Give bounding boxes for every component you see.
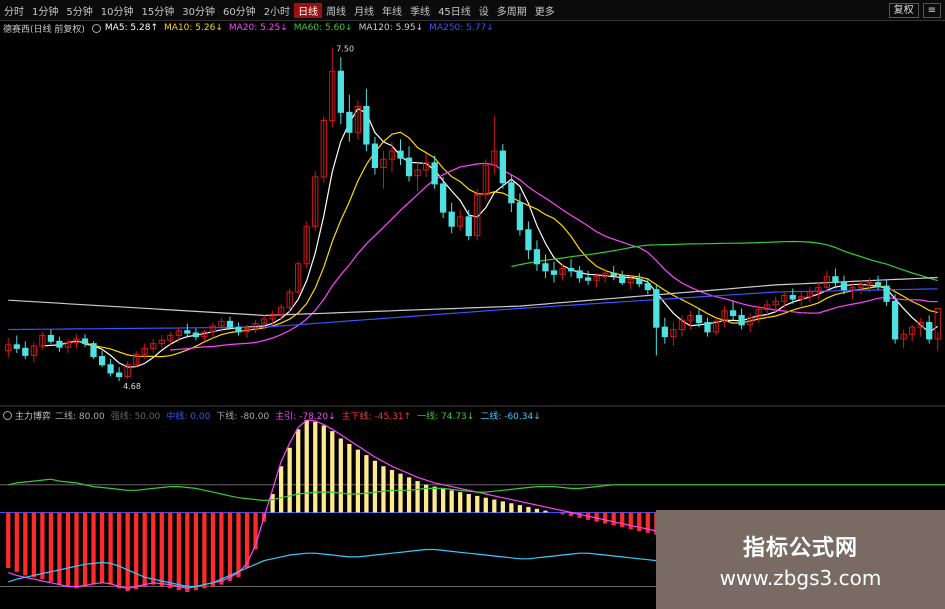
candle-body — [695, 314, 703, 324]
candle-body — [619, 275, 626, 284]
candle-body — [337, 70, 344, 113]
candle-body — [107, 364, 114, 374]
candle-body — [192, 332, 200, 338]
indicator-legend-0: 二线: 80.00 — [55, 411, 105, 422]
candle-body — [525, 229, 532, 251]
low-price-annotation: 4.68 — [123, 382, 141, 391]
candle-body — [90, 343, 97, 358]
candle-body — [81, 338, 89, 345]
indicator-legend-5: 主下线: -45.31↑ — [341, 411, 412, 422]
candle-body — [883, 285, 890, 302]
watermark-url: www.zbgs3.com — [719, 565, 882, 590]
candle-body — [644, 283, 651, 291]
candle-body — [704, 322, 711, 333]
candle-body — [789, 294, 796, 300]
indicator-dot-icon[interactable] — [3, 410, 12, 420]
candle-body — [584, 277, 592, 281]
candle-body — [371, 143, 379, 169]
candle-body — [926, 322, 933, 340]
candle-body — [516, 202, 524, 231]
candle-body — [397, 150, 404, 159]
sub-legend-title: 主力博弈 — [15, 411, 52, 422]
indicator-legend-1: 强线: 50.00 — [110, 411, 161, 422]
candle-body — [610, 272, 617, 277]
ma-line-ma60 — [511, 240, 938, 282]
candle-body — [346, 111, 353, 133]
candle-body — [448, 211, 455, 227]
candle-body — [226, 320, 234, 328]
candle-body — [533, 249, 541, 265]
candle-body — [47, 334, 55, 342]
candle-body — [98, 356, 106, 366]
candle-body — [874, 282, 882, 287]
candle-body — [542, 263, 549, 272]
ma-line-ma250 — [8, 288, 938, 331]
candle-body — [499, 150, 506, 184]
candle-body — [891, 300, 899, 340]
candle-body — [235, 326, 242, 333]
sub-legend: 主力博弈 二线: 80.00 强线: 50.00 中线: 0.00 下线: -80.0… — [0, 408, 547, 422]
indicator-legend-6: 一线: 74.73↓ — [417, 411, 475, 422]
indicator-legend-7: 二线: -60.34↓ — [480, 411, 541, 422]
candle-body — [405, 157, 413, 177]
indicator-legend-3: 下线: -80.00 — [216, 411, 270, 422]
candle-body — [832, 276, 839, 284]
candle-body — [465, 216, 472, 237]
candle-body — [508, 182, 515, 204]
watermark: 指标公式网 www.zbgs3.com — [656, 510, 945, 609]
watermark-title: 指标公式网 — [742, 535, 858, 561]
candle-body — [729, 310, 737, 316]
high-price-annotation: 7.50 — [336, 45, 354, 54]
candle-body — [661, 326, 669, 338]
candle-body — [440, 183, 447, 213]
candle-body — [636, 278, 643, 285]
indicator-legend-4: 主引: -78.20↓ — [275, 411, 336, 422]
sub-legend-items: 二线: 80.00 强线: 50.00 中线: 0.00 下线: -80.00 主引: … — [55, 409, 547, 422]
candle-body — [738, 314, 745, 326]
candle-body — [363, 105, 370, 145]
candle-body — [431, 162, 438, 185]
candle-body — [115, 372, 123, 378]
candle-body — [576, 270, 583, 279]
candle-body — [653, 289, 660, 328]
candle-body — [840, 282, 848, 291]
indicator-legend-2: 中线: 0.00 — [166, 411, 211, 422]
candle-body — [22, 347, 29, 356]
candle-body — [550, 270, 558, 275]
candle-body — [56, 340, 63, 348]
candle-body — [184, 330, 191, 334]
candle-body — [13, 344, 20, 349]
candle-body — [567, 267, 575, 272]
